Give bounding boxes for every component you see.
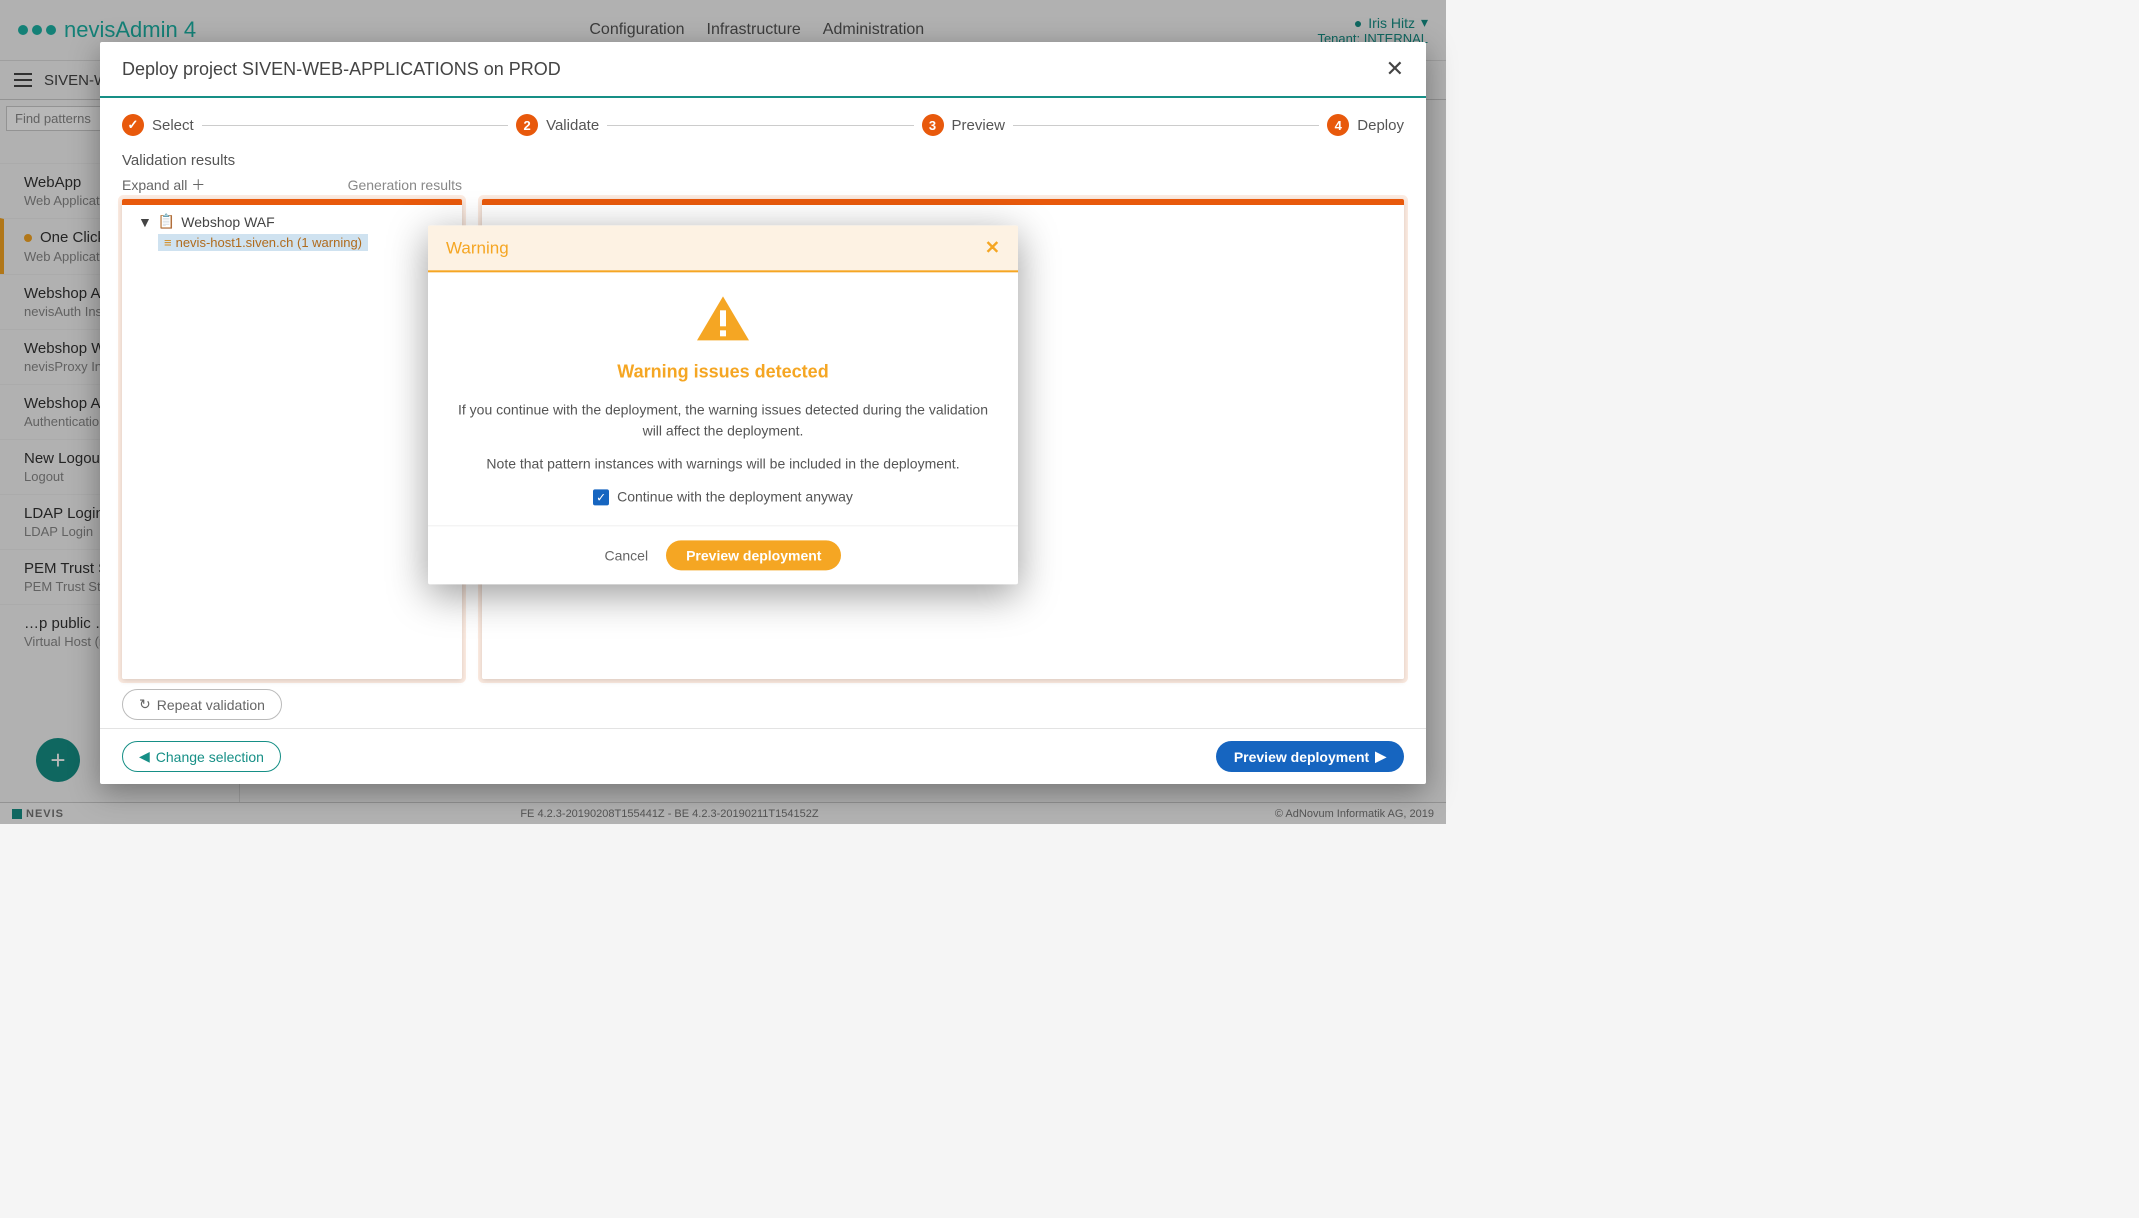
validation-results-label: Validation results <box>122 152 1404 169</box>
step-validate[interactable]: 2Validate <box>516 114 599 136</box>
step-deploy[interactable]: 4Deploy <box>1327 114 1404 136</box>
continue-checkbox[interactable]: ✓ Continue with the deployment anyway <box>458 486 988 507</box>
check-icon: ✓ <box>122 114 144 136</box>
repeat-validation-button[interactable]: ↻Repeat validation <box>122 689 282 720</box>
wizard-title: Deploy project SIVEN-WEB-APPLICATIONS on… <box>122 59 561 80</box>
step-select[interactable]: ✓Select <box>122 114 194 136</box>
refresh-icon: ↻ <box>139 696 151 713</box>
checkbox-label: Continue with the deployment anyway <box>617 486 853 507</box>
modal-heading: Warning issues detected <box>458 358 988 385</box>
cancel-button[interactable]: Cancel <box>605 547 649 563</box>
chevron-down-icon: ▼ <box>138 214 152 230</box>
preview-deployment-confirm-button[interactable]: Preview deployment <box>666 540 841 570</box>
preview-deployment-button[interactable]: Preview deployment▶ <box>1216 741 1404 772</box>
generation-results-label: Generation results <box>348 177 462 193</box>
close-icon[interactable]: ✕ <box>985 237 1000 258</box>
change-selection-button[interactable]: ◀Change selection <box>122 741 281 772</box>
expand-all[interactable]: Expand all ＋ Generation results <box>122 175 462 195</box>
tree-node-warning[interactable]: ≡nevis-host1.siven.ch (1 warning) <box>158 234 368 251</box>
list-icon: ≡ <box>164 235 172 250</box>
wizard-header: Deploy project SIVEN-WEB-APPLICATIONS on… <box>100 42 1426 98</box>
plus-icon: ＋ <box>191 177 205 193</box>
stepper: ✓Select 2Validate 3Preview 4Deploy <box>100 98 1426 152</box>
modal-footer: Cancel Preview deployment <box>428 525 1018 584</box>
checkbox-icon: ✓ <box>593 489 609 505</box>
tree-node-root[interactable]: ▼📋Webshop WAF <box>138 213 446 230</box>
wizard-footer: ◀Change selection Preview deployment▶ <box>100 728 1426 784</box>
chevron-left-icon: ◀ <box>139 748 150 765</box>
modal-text-2: Note that pattern instances with warning… <box>458 453 988 474</box>
step-preview[interactable]: 3Preview <box>922 114 1005 136</box>
validation-tree-panel: ▼📋Webshop WAF ≡nevis-host1.siven.ch (1 w… <box>122 199 462 679</box>
close-icon[interactable]: ✕ <box>1386 56 1404 82</box>
warning-modal: Warning ✕ Warning issues detected If you… <box>428 225 1018 584</box>
modal-body: Warning issues detected If you continue … <box>428 272 1018 525</box>
chevron-right-icon: ▶ <box>1375 748 1386 765</box>
warning-icon <box>695 294 751 344</box>
modal-header: Warning ✕ <box>428 225 1018 272</box>
clipboard-icon: 📋 <box>158 213 175 230</box>
modal-title: Warning <box>446 238 509 258</box>
modal-text-1: If you continue with the deployment, the… <box>458 399 988 441</box>
